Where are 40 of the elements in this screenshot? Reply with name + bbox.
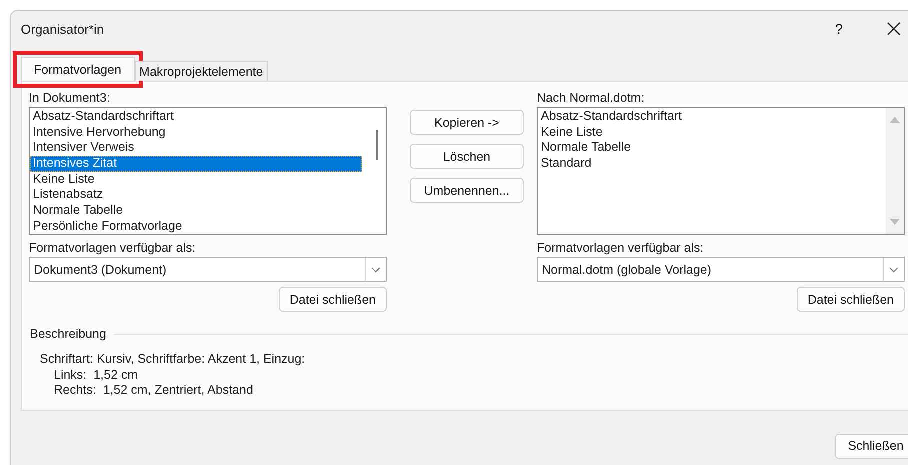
close-button[interactable]: Schließen <box>835 434 908 458</box>
list-item[interactable]: Keine Liste <box>538 124 876 140</box>
list-item[interactable]: Normale Tabelle <box>30 203 362 219</box>
tab[interactable]: Formatvorlagen <box>21 57 135 81</box>
scroll-down-icon[interactable] <box>890 219 900 226</box>
dropdown[interactable]: Dokument3 (Dokument) <box>29 257 387 282</box>
action-button[interactable]: Kopieren -> <box>410 110 524 135</box>
list-item[interactable]: Listenabsatz <box>30 187 362 204</box>
close-file-button[interactable]: Datei schließen <box>796 287 905 312</box>
description-text: Rechts: 1,52 cm, Zentriert, Abstand <box>53 383 254 398</box>
help-button[interactable]: ? <box>829 19 849 39</box>
description-text: Links: 1,52 cm <box>53 368 140 383</box>
close-file-button[interactable]: Datei schließen <box>278 287 387 312</box>
list-item[interactable]: Keine Liste <box>30 172 362 188</box>
tab[interactable]: Makroprojektelemente <box>134 61 268 81</box>
list-label: In Dokument3: <box>29 90 112 107</box>
list-label: Nach Normal.dotm: <box>537 90 646 107</box>
group-heading: Beschreibung <box>30 327 106 341</box>
list-item[interactable]: Normale Tabelle <box>538 140 876 156</box>
style-list[interactable]: Absatz-Standardschriftart Intensive Hervorhebung Intensiver Verweis Intensives Zitat Keine Liste Listenabsatz Normale Tabelle Persönliche Formatvorlage <box>29 107 387 235</box>
list-item[interactable]: Persönliche Formatvorlage <box>30 218 362 234</box>
scrollbar-thumb[interactable] <box>376 130 378 160</box>
field-label: Formatvorlagen verfügbar als: <box>537 240 705 257</box>
chevron-down-icon <box>371 266 381 272</box>
window-title: Organisator*in <box>21 22 104 36</box>
action-button[interactable]: Umbenennen... <box>410 178 524 203</box>
style-list[interactable]: Absatz-Standardschriftart Keine Liste Normale Tabelle Standard <box>537 107 905 235</box>
list-item[interactable]: Absatz-Standardschriftart <box>30 109 362 125</box>
dropdown[interactable]: Normal.dotm (globale Vorlage) <box>537 257 905 282</box>
action-button[interactable]: Löschen <box>410 144 524 169</box>
scroll-up-icon[interactable] <box>890 116 900 123</box>
list-item[interactable]: Intensives Zitat <box>30 156 362 172</box>
description-text: Schriftart: Kursiv, Schriftfarbe: Akzent 1, Einzug: <box>40 352 306 368</box>
list-item[interactable]: Absatz-Standardschriftart <box>538 109 876 125</box>
chevron-down-icon <box>889 266 899 272</box>
field-label: Formatvorlagen verfügbar als: <box>29 240 197 257</box>
close-icon[interactable] <box>887 22 901 36</box>
list-item[interactable]: Intensiver Verweis <box>30 140 362 156</box>
list-item[interactable]: Standard <box>538 156 876 172</box>
list-item[interactable]: Intensive Hervorhebung <box>30 124 362 140</box>
